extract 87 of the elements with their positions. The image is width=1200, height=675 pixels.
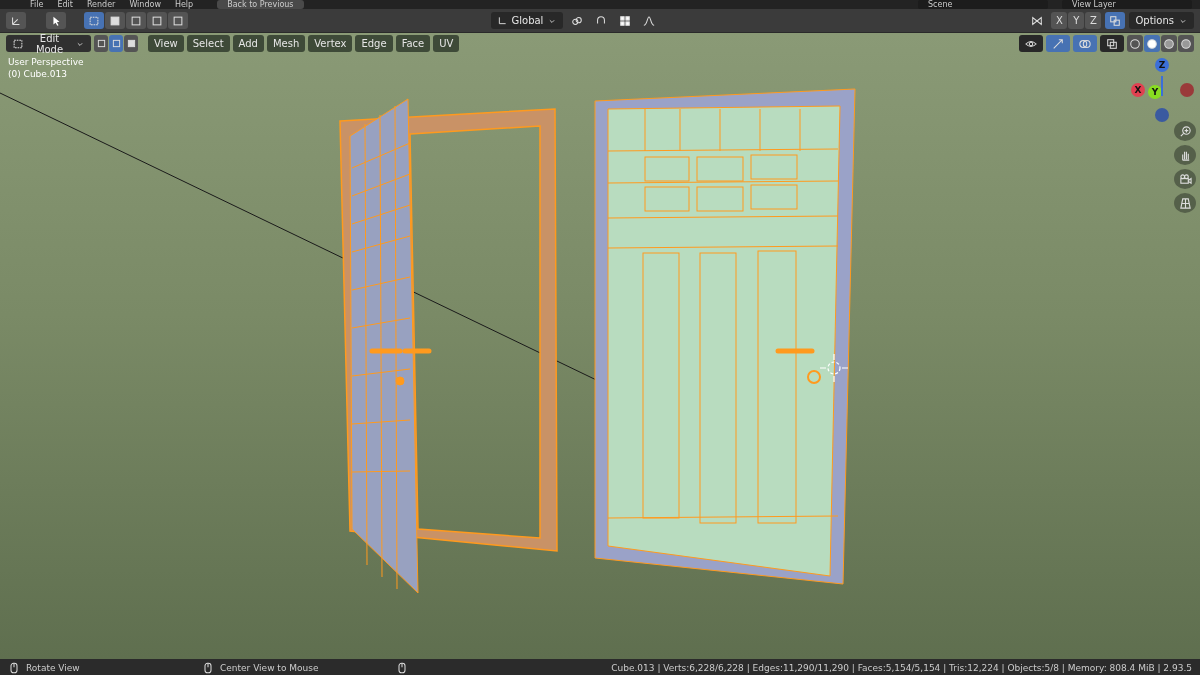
falloff-curve-icon (643, 14, 656, 27)
axis-toggle[interactable]: X (1051, 12, 1068, 29)
cursor-icon (50, 14, 62, 27)
square-icon (172, 14, 184, 27)
axis-line (1161, 76, 1163, 96)
select-element-button[interactable] (109, 35, 123, 52)
pan-button[interactable] (1174, 145, 1196, 165)
scene-field[interactable]: Scene (918, 0, 1048, 9)
object-label: (0) Cube.013 (8, 69, 68, 79)
y-axis-handle[interactable]: Y (1148, 85, 1162, 99)
header-menu[interactable]: Add (232, 35, 264, 52)
negative-x-handle[interactable] (1180, 83, 1194, 97)
cube-face-icon (125, 38, 137, 49)
mouse-icon (202, 661, 214, 674)
hint-text: Rotate View (26, 662, 81, 673)
menu-item[interactable]: Render (86, 0, 116, 9)
butterfly-icon (1031, 14, 1044, 27)
header-menu[interactable]: Face (395, 35, 431, 52)
select-mode-button[interactable] (147, 12, 167, 29)
magnet-icon (595, 14, 608, 27)
cube-face-icon (110, 38, 122, 49)
shading-mode-button[interactable] (1178, 35, 1194, 52)
edit-mode-icon (12, 37, 24, 50)
select-mode-button[interactable] (84, 12, 104, 29)
transform-pivot-button[interactable] (6, 12, 26, 29)
sphere-icon (1180, 37, 1192, 50)
back-to-previous-button[interactable]: Back to Previous (217, 0, 304, 9)
select-mode-button[interactable] (126, 12, 146, 29)
negative-z-handle[interactable] (1155, 108, 1169, 122)
menu-item[interactable]: Help (174, 0, 194, 9)
header-menu[interactable]: UV (433, 35, 460, 52)
select-element-button[interactable] (94, 35, 108, 52)
shading-mode-button[interactable] (1127, 35, 1143, 52)
zoom-button[interactable] (1174, 121, 1196, 141)
select-mode-button[interactable] (105, 12, 125, 29)
axes-icon (496, 15, 508, 26)
square-icon (130, 14, 142, 27)
overlay-circles-icon (1079, 37, 1091, 50)
gizmo-toggle[interactable] (1046, 35, 1070, 52)
square-icon (151, 14, 163, 27)
header-menu[interactable]: Mesh (266, 35, 306, 52)
3d-cursor-icon (819, 353, 849, 383)
select-element-button[interactable] (124, 35, 138, 52)
grid-icon (1178, 196, 1192, 210)
orientation-dropdown[interactable]: Global (490, 12, 564, 29)
mode-dropdown[interactable]: Edit Mode (6, 35, 91, 52)
mouse-icon (8, 661, 20, 674)
merge-icon (1109, 14, 1122, 27)
xray-toggle[interactable] (1100, 35, 1124, 52)
sphere-icon (1129, 37, 1141, 50)
view-layer-field[interactable]: View Layer (1062, 0, 1192, 9)
shading-mode-button[interactable] (1144, 35, 1160, 52)
camera-view-button[interactable] (1174, 169, 1196, 189)
link-icon (571, 14, 584, 27)
mouse-icon (396, 661, 408, 674)
square-icon (88, 14, 100, 27)
select-mode-button[interactable] (168, 12, 188, 29)
view-label: User Perspective (8, 57, 84, 67)
auto-merge-button[interactable] (1105, 12, 1126, 29)
camera-icon (1178, 172, 1192, 186)
options-dropdown[interactable]: Options (1129, 12, 1194, 29)
square-icon (109, 14, 121, 27)
axis-toggle[interactable]: Z (1085, 12, 1102, 29)
visibility-dropdown[interactable] (1019, 35, 1043, 52)
shading-mode-button[interactable] (1161, 35, 1177, 52)
x-axis-handle[interactable]: X (1131, 83, 1145, 97)
perspective-toggle[interactable] (1174, 193, 1196, 213)
hint-text: Center View to Mouse (220, 662, 320, 673)
arrow-icon (1052, 37, 1064, 50)
sphere-icon (1146, 37, 1158, 50)
header-menu[interactable]: View (148, 35, 184, 52)
select-tool-button[interactable] (46, 12, 66, 29)
menu-item[interactable]: File (30, 0, 44, 9)
header-menu[interactable]: Vertex (308, 35, 353, 52)
xray-icon (1106, 37, 1118, 50)
cube-face-icon (95, 38, 107, 49)
header-menu[interactable]: Select (186, 35, 230, 52)
z-axis-handle[interactable]: Z (1155, 58, 1169, 72)
sphere-icon (1163, 37, 1175, 50)
overlay-toggle[interactable] (1073, 35, 1097, 52)
header-menu[interactable]: Edge (355, 35, 393, 52)
menu-item[interactable]: Window (129, 0, 161, 9)
grid-dots-icon (619, 14, 632, 27)
axis-toggle[interactable]: Y (1068, 12, 1085, 29)
zoom-icon (1178, 124, 1192, 138)
menu-item[interactable]: Edit (57, 0, 73, 9)
scene-statistics: Cube.013 | Verts:6,228/6,228 | Edges:11,290/11,290 | Faces:5,154/5,154 | Tris:12,224 | Objects:5/8 | Memory: 808.4 MiB | 2.93.5 (611, 662, 1192, 673)
